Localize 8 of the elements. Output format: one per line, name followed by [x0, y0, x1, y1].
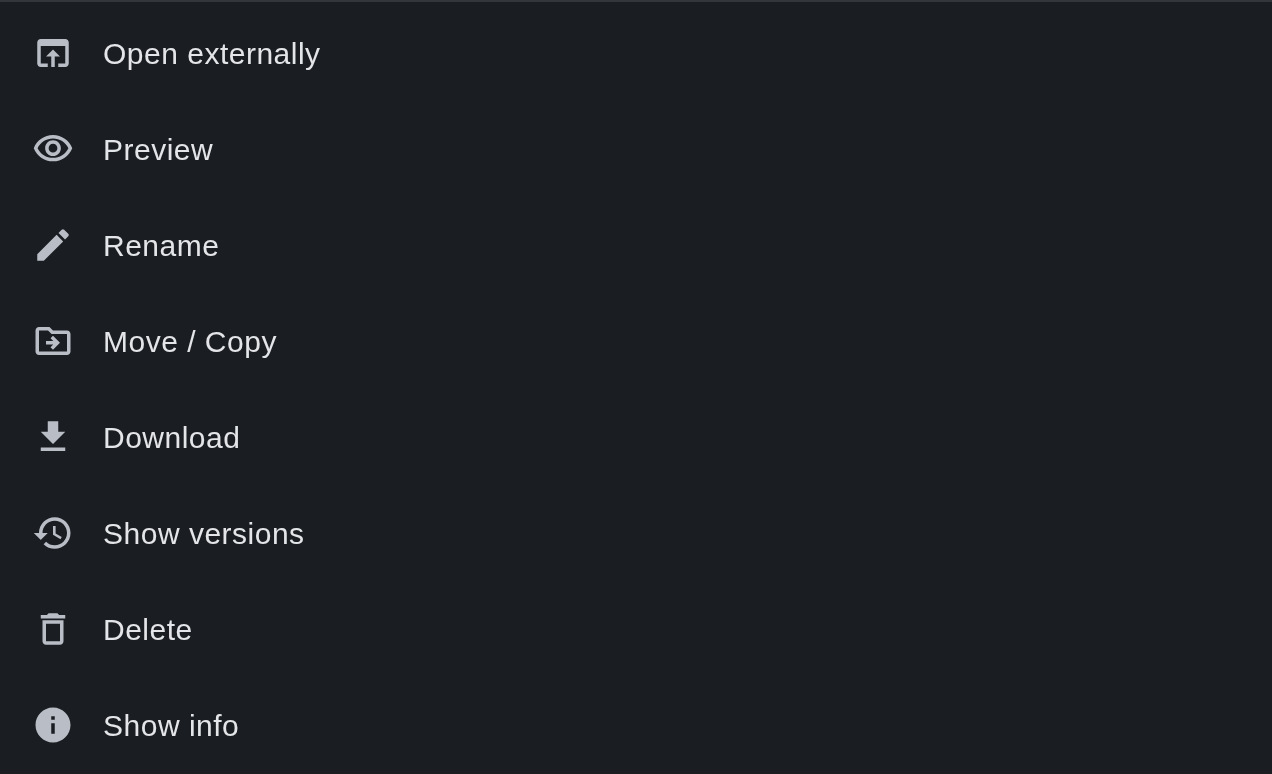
menu-item[interactable]: Download: [0, 389, 1272, 485]
menu-item[interactable]: Rename: [0, 197, 1272, 293]
menu-item[interactable]: Preview: [0, 101, 1272, 197]
menu-item[interactable]: Move / Copy: [0, 293, 1272, 389]
menu-item[interactable]: Delete: [0, 581, 1272, 677]
menu-item[interactable]: Show versions: [0, 485, 1272, 581]
menu-item[interactable]: Show info: [0, 677, 1272, 773]
menu-item[interactable]: Open externally: [0, 5, 1272, 101]
